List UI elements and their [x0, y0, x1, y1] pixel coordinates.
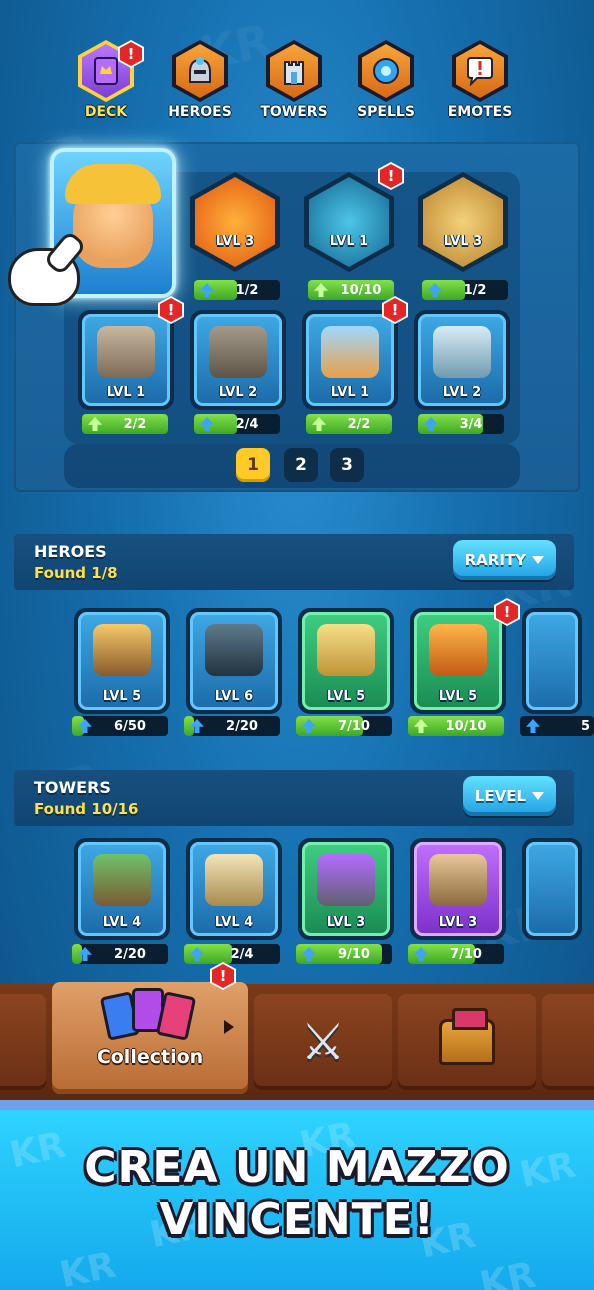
sort-level-button[interactable]: LEVEL: [462, 776, 556, 816]
nav-label: Collection: [96, 1046, 204, 1068]
cards-icon: [99, 986, 204, 1046]
play-arrow-icon: [224, 1020, 234, 1034]
watermark-logo: KR: [476, 1254, 540, 1290]
hero-card[interactable]: LVL 5: [298, 608, 394, 714]
found-count: Found 10/16: [34, 800, 139, 818]
progress-bar: 10/10: [408, 716, 504, 736]
hero-card-partial[interactable]: [522, 608, 582, 714]
watermark-logo: KR: [56, 1244, 120, 1290]
tower-art: [209, 326, 267, 378]
pointer-hand-icon: [8, 248, 80, 306]
hero-card[interactable]: LVL 5: [410, 608, 506, 714]
hero-art: [93, 624, 151, 676]
upgrade-arrow-icon: [526, 719, 540, 733]
divider: [0, 1100, 594, 1110]
tower-icon: [270, 44, 318, 98]
tab-emotes[interactable]: EMOTES: [440, 40, 520, 124]
tower-art: [317, 854, 375, 906]
tab-spells[interactable]: SPELLS: [346, 40, 426, 124]
towers-section-header: TOWERS Found 10/16 LEVEL: [14, 770, 574, 826]
bottom-navigation: Collection ! ⚔: [0, 962, 594, 1100]
progress-bar: 3/4: [418, 414, 504, 434]
tab-label: EMOTES: [447, 104, 513, 120]
helmet-icon: [176, 44, 224, 98]
spell-orb-icon: [362, 44, 410, 98]
nav-edge-right: [542, 994, 594, 1090]
tab-label: HEROES: [168, 104, 232, 120]
tower-art: [433, 326, 491, 378]
emote-icon: [456, 44, 504, 98]
chevron-down-icon: [532, 792, 544, 800]
tower-art: [97, 326, 155, 378]
tower-card[interactable]: LVL 4: [186, 838, 282, 940]
section-title: HEROES: [34, 542, 107, 561]
tower-art: [321, 326, 379, 378]
tower-art: [429, 854, 487, 906]
progress-bar: 10/10: [308, 280, 394, 300]
tab-deck[interactable]: DECK !: [66, 40, 146, 124]
category-tabs: DECK ! HEROES TOWERS SPELLS EMOTES: [0, 40, 594, 124]
found-count: Found 1/8: [34, 564, 118, 582]
hero-art: [205, 624, 263, 676]
progress-bar: 2/2: [82, 414, 168, 434]
promo-headline-line1: CREA UN MAZZO: [84, 1142, 510, 1193]
sort-rarity-button[interactable]: RARITY: [452, 540, 556, 580]
progress-bar: 7/10: [408, 944, 504, 964]
hero-portrait: [65, 164, 161, 268]
section-title: TOWERS: [34, 778, 111, 797]
hero-card[interactable]: LVL 6: [186, 608, 282, 714]
promo-headline-line2: VINCENTE!: [159, 1194, 435, 1245]
hero-art: [317, 624, 375, 676]
crossed-swords-icon: ⚔: [300, 1013, 346, 1071]
progress-bar: 5: [520, 716, 594, 736]
hero-card[interactable]: LVL 5: [74, 608, 170, 714]
promo-banner: KR KR KR KR KR KR KR CREA UN MAZZO VINCENTE!: [0, 1110, 594, 1290]
tab-label: SPELLS: [357, 104, 415, 120]
nav-battle-button[interactable]: ⚔: [254, 994, 392, 1090]
tab-label: TOWERS: [260, 104, 328, 120]
progress-bar: 9/10: [296, 944, 392, 964]
tab-heroes[interactable]: HEROES: [160, 40, 240, 124]
tower-art: [205, 854, 263, 906]
nav-collection-button[interactable]: Collection: [52, 982, 248, 1094]
tower-art: [93, 854, 151, 906]
chevron-down-icon: [532, 556, 544, 564]
deck-tower-card[interactable]: LVL 1: [78, 310, 174, 410]
progress-bar: 7/10: [296, 716, 392, 736]
tower-card[interactable]: LVL 3: [410, 838, 506, 940]
nav-edge-left: [0, 994, 46, 1090]
tab-label: DECK: [84, 104, 128, 120]
progress-bar: 2/2: [306, 414, 392, 434]
page-button-3[interactable]: 3: [330, 448, 364, 482]
progress-bar: 1/2: [194, 280, 280, 300]
deck-tower-card[interactable]: LVL 2: [190, 310, 286, 410]
page-button-2[interactable]: 2: [284, 448, 318, 482]
tab-towers[interactable]: TOWERS: [254, 40, 334, 124]
hero-art: [429, 624, 487, 676]
page-button-1[interactable]: 1: [236, 448, 270, 482]
progress-bar: 2/20: [184, 716, 280, 736]
progress-bar: 6/50: [72, 716, 168, 736]
progress-bar: 1/2: [422, 280, 508, 300]
nav-shop-button[interactable]: [398, 994, 536, 1090]
deck-tower-card[interactable]: LVL 2: [414, 310, 510, 410]
tower-card-partial[interactable]: [522, 838, 582, 940]
deck-tower-card[interactable]: LVL 1: [302, 310, 398, 410]
progress-bar: 2/4: [194, 414, 280, 434]
heroes-section-header: HEROES Found 1/8 RARITY: [14, 534, 574, 590]
treasure-chest-icon: [439, 1008, 495, 1065]
progress-bar: 2/20: [72, 944, 168, 964]
progress-bar: 2/4: [184, 944, 280, 964]
tower-card[interactable]: LVL 4: [74, 838, 170, 940]
tower-card[interactable]: LVL 3: [298, 838, 394, 940]
